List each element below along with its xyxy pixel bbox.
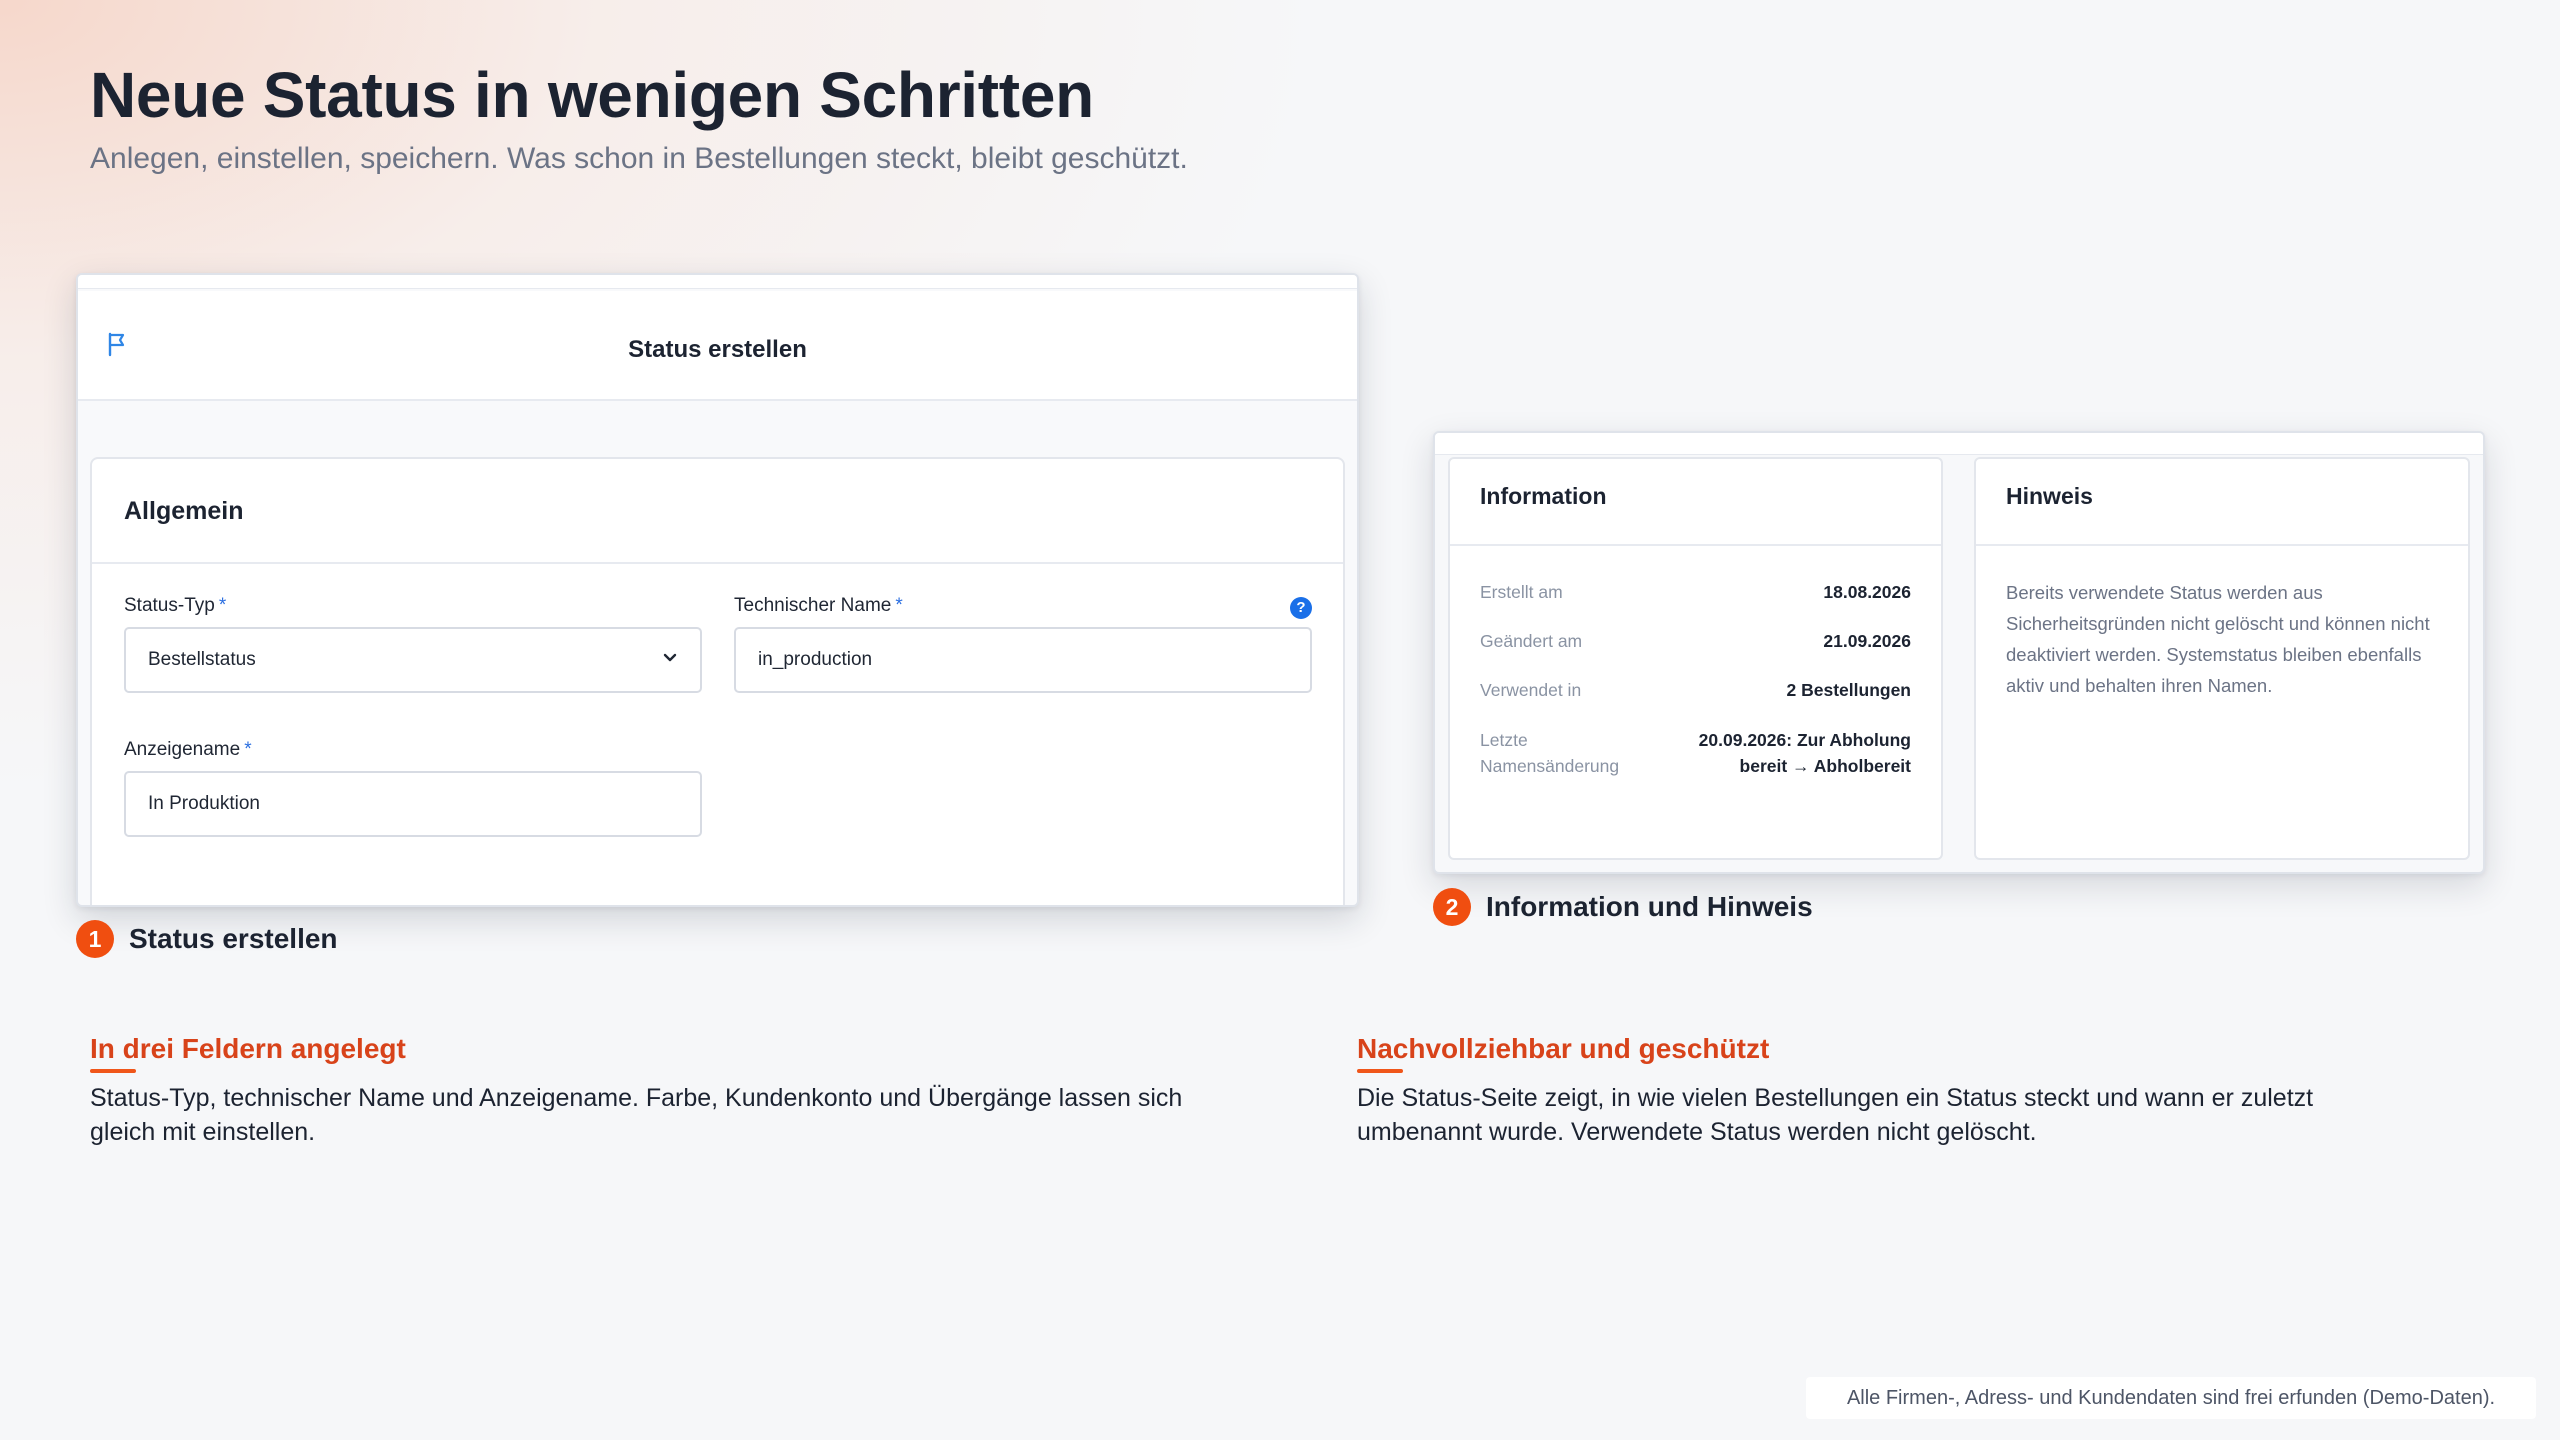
step-badge: 1 <box>76 920 114 958</box>
feature-underline <box>90 1069 136 1073</box>
step-label: Information und Hinweis <box>1486 891 1813 922</box>
status-type-select[interactable]: Bestellstatus <box>124 627 702 693</box>
info-key: Letzte Namensänderung <box>1480 730 1620 776</box>
info-key: Geändert am <box>1480 631 1583 651</box>
chevron-down-icon <box>663 653 677 662</box>
required-marker: * <box>218 595 227 616</box>
step-2-caption: 2 Information und Hinweis <box>1433 888 1813 926</box>
panel-title: Information <box>1480 483 1607 509</box>
info-note-screenshot: Information Erstellt am 18.08.2026 Geänd… <box>1433 431 2485 874</box>
display-name-label-text: Anzeigename <box>124 739 241 760</box>
note-text: Bereits verwendete Status werden aus Sic… <box>2006 582 2430 696</box>
information-panel: Information Erstellt am 18.08.2026 Geänd… <box>1448 457 1943 860</box>
info-row-last-rename: Letzte Namensänderung 20.09.2026: Zur Ab… <box>1480 727 1911 783</box>
page-title: Neue Status in wenigen Schritten <box>90 59 1094 131</box>
window-top-strip <box>78 275 1357 289</box>
help-icon[interactable]: ? <box>1290 597 1312 619</box>
panel-divider <box>1450 544 1941 546</box>
info-value: 2 Bestellungen <box>1786 680 1911 700</box>
status-create-screenshot: Status erstellen Allgemein Status-Typ * B… <box>76 273 1359 907</box>
display-name-input[interactable]: In Produktion <box>124 771 702 837</box>
status-type-label-text: Status-Typ <box>124 595 215 616</box>
feature-body: Die Status-Seite zeigt, in wie vielen Be… <box>1357 1084 2314 1146</box>
modal-header: Status erstellen <box>78 291 1357 401</box>
step-1-caption: 1 Status erstellen <box>76 920 338 958</box>
feature-body: Status-Typ, technischer Name und Anzeige… <box>90 1084 1183 1146</box>
required-marker: * <box>244 739 252 760</box>
info-row-used-in: Verwendet in 2 Bestellungen <box>1480 677 1911 703</box>
info-value: 20.09.2026: Zur Abholung bereit → Abholb… <box>1698 730 1911 776</box>
info-value: 21.09.2026 <box>1823 631 1911 651</box>
status-type-label: Status-Typ * <box>124 595 226 617</box>
status-type-value: Bestellstatus <box>148 649 256 670</box>
info-value: 18.08.2026 <box>1823 582 1911 602</box>
feature-title: Nachvollziehbar und geschützt <box>1357 1033 1770 1064</box>
general-section: Allgemein Status-Typ * Bestellstatus Tech… <box>90 457 1345 905</box>
info-key: Verwendet in <box>1480 680 1582 700</box>
section-divider <box>92 562 1343 564</box>
panel-title: Hinweis <box>2006 483 2093 509</box>
feature-underline <box>1357 1069 1403 1073</box>
page-subtitle: Anlegen, einstellen, speichern. Was scho… <box>90 142 1188 175</box>
demo-data-footnote: Alle Firmen-, Adress- und Kundendaten si… <box>1806 1377 2536 1419</box>
display-name-label: Anzeigename * <box>124 739 252 761</box>
feature-title: In drei Feldern angelegt <box>90 1033 406 1064</box>
step-label: Status erstellen <box>129 923 338 954</box>
technical-name-label: Technischer Name * <box>734 595 903 617</box>
info-row-changed: Geändert am 21.09.2026 <box>1480 628 1911 654</box>
panel-divider <box>1976 544 2468 546</box>
technical-name-label-text: Technischer Name <box>734 595 892 616</box>
info-row-created: Erstellt am 18.08.2026 <box>1480 579 1911 605</box>
note-panel: Hinweis Bereits verwendete Status werden… <box>1974 457 2470 860</box>
window-top-strip <box>1435 433 2483 455</box>
step-badge: 2 <box>1433 888 1471 926</box>
modal-title: Status erstellen <box>628 336 807 363</box>
section-title: Allgemein <box>124 497 244 525</box>
technical-name-input[interactable]: in_production <box>734 627 1312 693</box>
info-key: Erstellt am <box>1480 582 1563 602</box>
required-marker: * <box>895 595 903 616</box>
